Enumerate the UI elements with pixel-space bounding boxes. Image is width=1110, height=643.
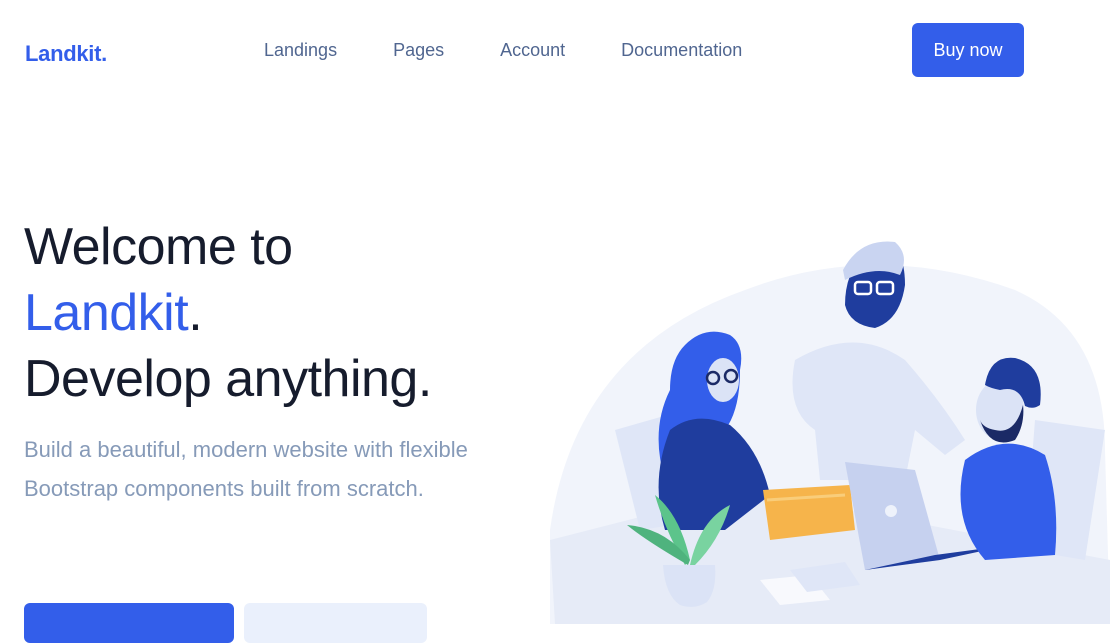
nav-link-documentation[interactable]: Documentation <box>621 40 742 61</box>
nav-link-pages[interactable]: Pages <box>393 40 444 61</box>
hero-title-line3: Develop anything. <box>24 350 432 408</box>
secondary-cta-button[interactable] <box>244 603 427 643</box>
nav-link-landings[interactable]: Landings <box>264 40 337 61</box>
brand-logo[interactable]: Landkit. <box>25 41 107 67</box>
hero-lead: Build a beautiful, modern website with f… <box>24 437 468 501</box>
nav-links: Landings Pages Account Documentation <box>264 40 798 61</box>
primary-cta-button[interactable] <box>24 603 234 643</box>
hero-title-highlight: Landkit <box>24 284 189 342</box>
buy-now-button[interactable]: Buy now <box>912 23 1024 77</box>
hero-title-line1: Welcome to <box>24 218 293 276</box>
hero-title-period: . <box>188 284 203 342</box>
nav-link-account[interactable]: Account <box>500 40 565 61</box>
navbar: Landkit. Landings Pages Account Document… <box>0 0 1110 100</box>
hero-title: Welcome to Landkit. Develop anything. <box>24 214 432 412</box>
team-working-illustration <box>550 241 1110 624</box>
